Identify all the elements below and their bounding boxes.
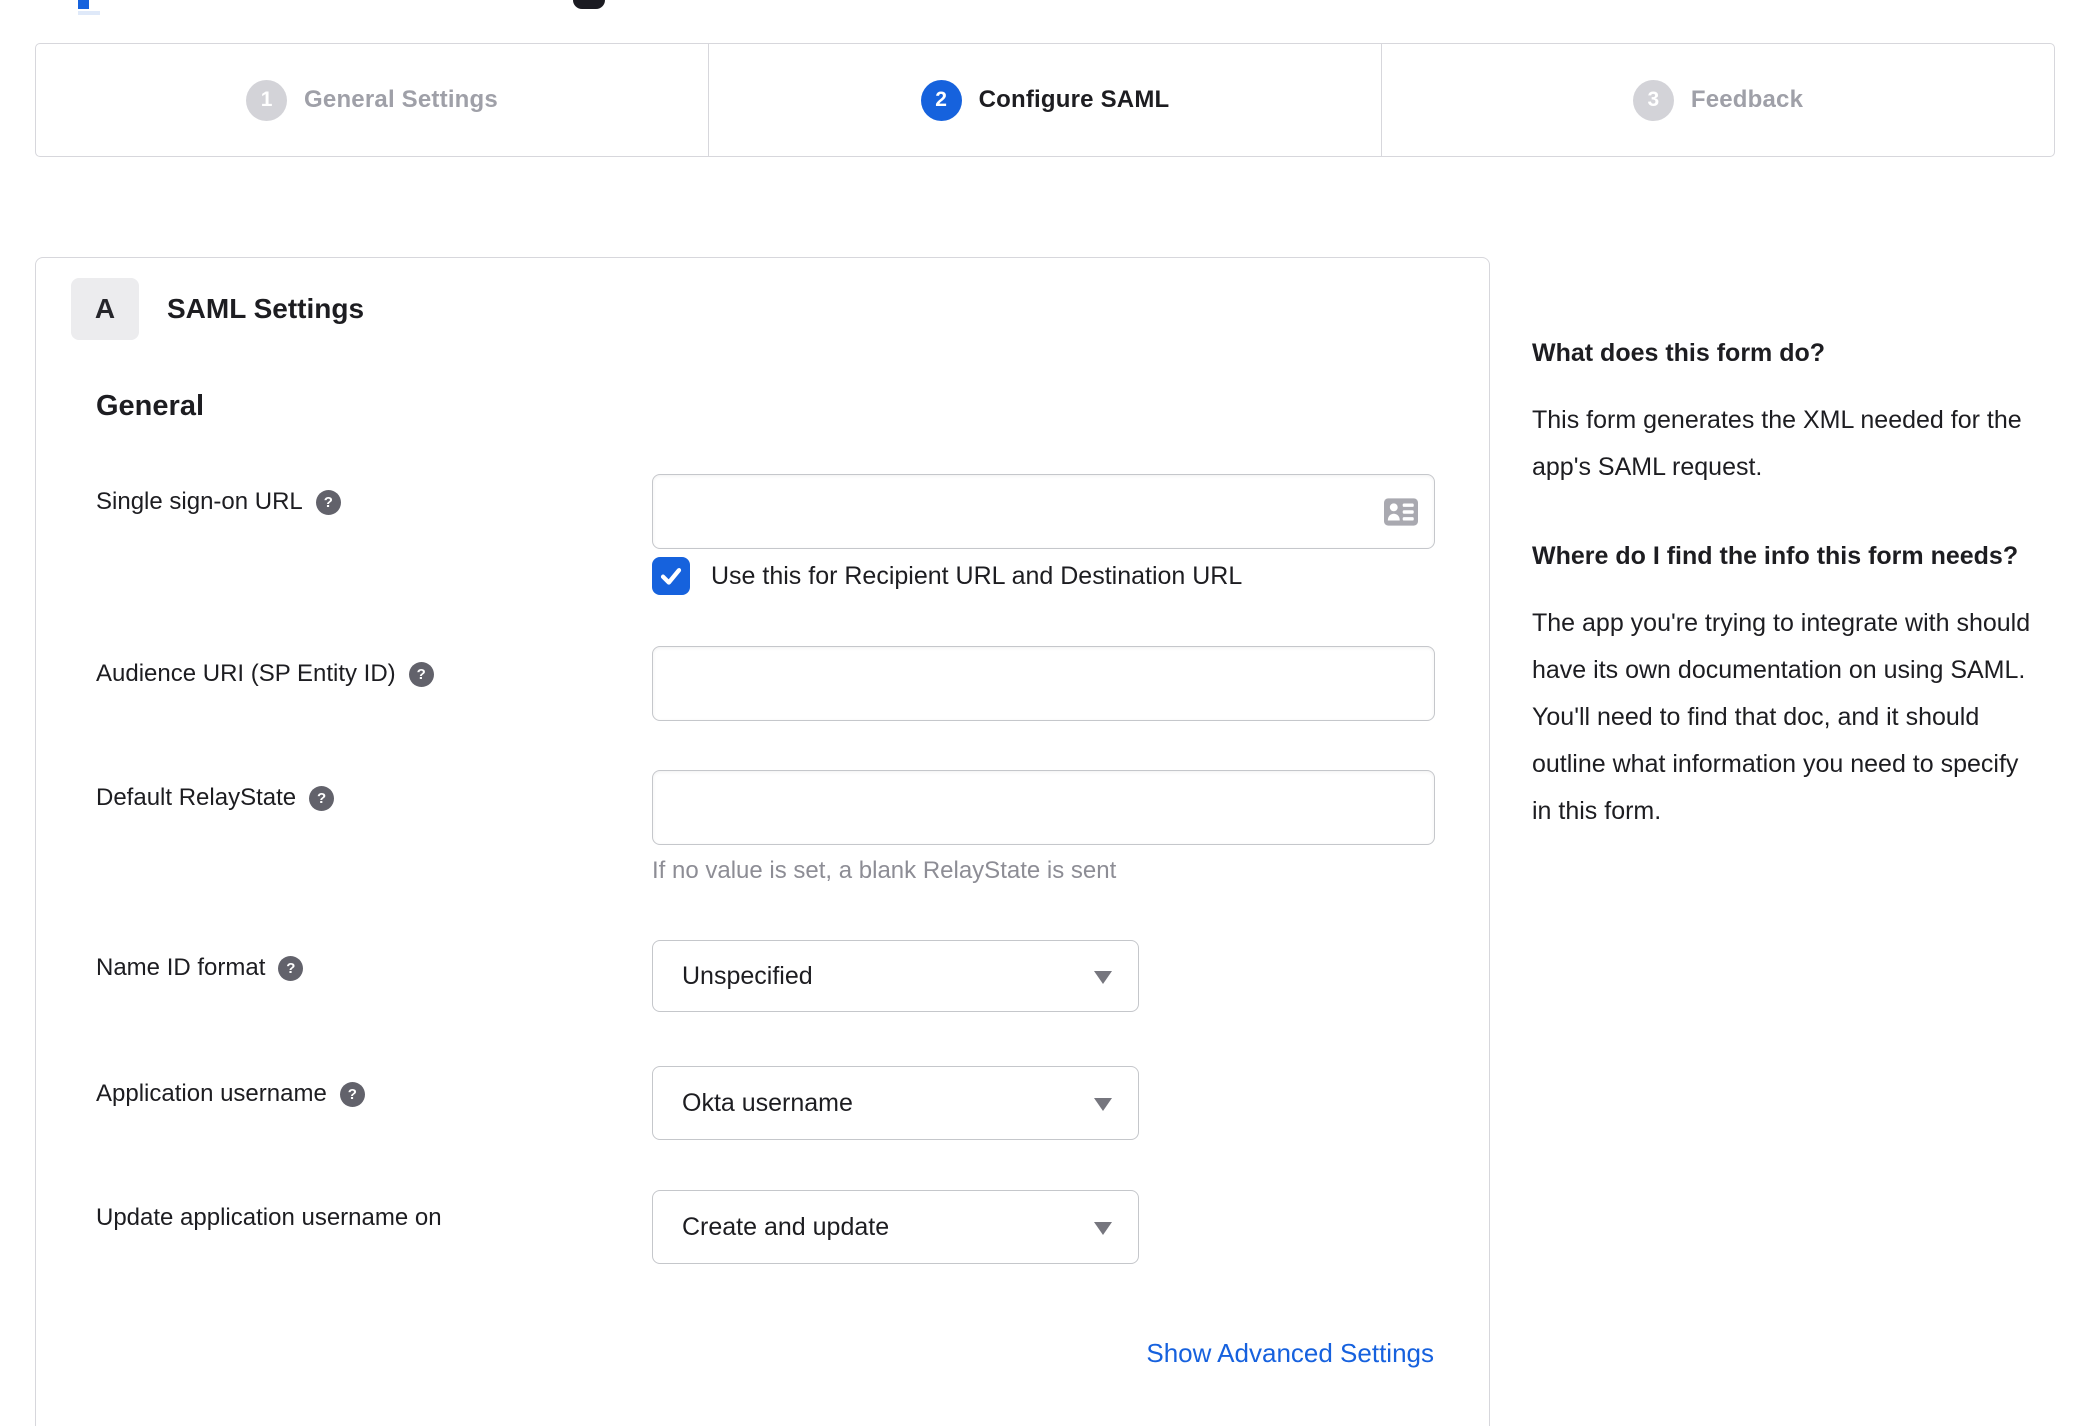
application-username-label: Application username: [96, 1080, 327, 1107]
chevron-down-icon: [1094, 971, 1112, 984]
step-general-settings[interactable]: 1 General Settings: [36, 44, 708, 156]
application-username-value: Okta username: [682, 1088, 853, 1117]
name-id-format-label: Name ID format: [96, 954, 266, 981]
default-relaystate-row: Default RelayState ? If no value is set,…: [96, 770, 1489, 885]
help-answer-1: This form generates the XML needed for t…: [1532, 406, 2022, 481]
section-a-badge: A: [71, 278, 139, 340]
default-relaystate-label: Default RelayState: [96, 784, 297, 811]
update-username-label-wrap: Update application username on: [96, 1190, 652, 1264]
audience-uri-row: Audience URI (SP Entity ID) ?: [96, 646, 1489, 721]
application-username-row: Application username ? Okta username: [96, 1066, 1489, 1140]
name-id-format-select[interactable]: Unspecified: [652, 940, 1139, 1012]
recipient-destination-checkbox-label: Use this for Recipient URL and Destinati…: [711, 561, 1243, 590]
application-username-help-icon[interactable]: ?: [339, 1082, 365, 1107]
help-question-2: Where do I find the info this form needs…: [1532, 542, 2019, 570]
chevron-down-icon: [1094, 1222, 1112, 1235]
update-username-label: Update application username on: [96, 1204, 442, 1231]
check-icon: [660, 568, 682, 585]
audience-uri-label: Audience URI (SP Entity ID): [96, 660, 396, 687]
clipped-app-logo-fragment: [573, 0, 605, 9]
step-label: General Settings: [304, 86, 498, 113]
update-username-select[interactable]: Create and update: [652, 1190, 1139, 1264]
sso-url-input[interactable]: [653, 475, 1434, 548]
saml-setup-wizard-screen: 1 General Settings 2 Configure SAML 3 Fe…: [0, 0, 2092, 1426]
relaystate-hint-text: If no value is set, a blank RelayState i…: [652, 857, 1117, 884]
help-sidebar: What does this form do? This form genera…: [1532, 330, 2037, 835]
help-question-1: What does this form do?: [1532, 339, 1826, 367]
advanced-settings-row: Show Advanced Settings: [36, 1338, 1489, 1369]
clipped-page-title-underline-fragment: [78, 11, 100, 15]
sso-checkbox-row: Use this for Recipient URL and Destinati…: [652, 557, 1435, 595]
default-relaystate-input-wrap: [652, 770, 1435, 845]
section-header: A SAML Settings: [71, 278, 1489, 340]
application-username-label-wrap: Application username ?: [96, 1066, 652, 1140]
wizard-stepper: 1 General Settings 2 Configure SAML 3 Fe…: [35, 43, 2055, 157]
contact-card-icon: [1384, 497, 1418, 526]
sso-url-input-wrap: [652, 474, 1435, 549]
audience-uri-label-wrap: Audience URI (SP Entity ID) ?: [96, 646, 652, 721]
name-id-format-label-wrap: Name ID format ?: [96, 940, 652, 1012]
name-id-format-value: Unspecified: [682, 961, 813, 990]
step-number-badge: 2: [920, 79, 962, 121]
sso-url-help-icon[interactable]: ?: [315, 490, 341, 515]
section-title: SAML Settings: [167, 293, 365, 324]
general-group-heading: General: [96, 390, 204, 422]
update-username-row: Update application username on Create an…: [96, 1190, 1489, 1264]
sso-url-label-wrap: Single sign-on URL ?: [96, 474, 652, 595]
step-number-badge: 3: [1632, 79, 1674, 121]
audience-uri-input[interactable]: [653, 647, 1434, 720]
clipped-page-title-fragment: [78, 0, 89, 9]
name-id-format-help-icon[interactable]: ?: [278, 956, 304, 981]
default-relaystate-label-wrap: Default RelayState ?: [96, 770, 652, 885]
recipient-destination-checkbox[interactable]: [652, 557, 690, 595]
default-relaystate-help-icon[interactable]: ?: [309, 786, 335, 811]
step-feedback[interactable]: 3 Feedback: [1381, 44, 2054, 156]
audience-uri-input-wrap: [652, 646, 1435, 721]
sso-url-row: Single sign-on URL ? Use this for Recipi…: [96, 474, 1489, 595]
show-advanced-settings-link[interactable]: Show Advanced Settings: [1146, 1338, 1434, 1368]
step-number-badge: 1: [246, 79, 288, 121]
step-label: Feedback: [1690, 86, 1804, 113]
saml-settings-panel: A SAML Settings General Single sign-on U…: [35, 257, 1490, 1426]
default-relaystate-input[interactable]: [653, 771, 1434, 844]
step-configure-saml[interactable]: 2 Configure SAML: [708, 44, 1381, 156]
application-username-select[interactable]: Okta username: [652, 1066, 1139, 1140]
name-id-format-row: Name ID format ? Unspecified: [96, 940, 1489, 1012]
help-answer-2: The app you're trying to integrate with …: [1532, 609, 2031, 825]
step-label: Configure SAML: [978, 86, 1170, 113]
sso-url-label: Single sign-on URL: [96, 488, 303, 515]
audience-uri-help-icon[interactable]: ?: [408, 662, 434, 687]
update-username-value: Create and update: [682, 1212, 890, 1241]
chevron-down-icon: [1094, 1098, 1112, 1111]
